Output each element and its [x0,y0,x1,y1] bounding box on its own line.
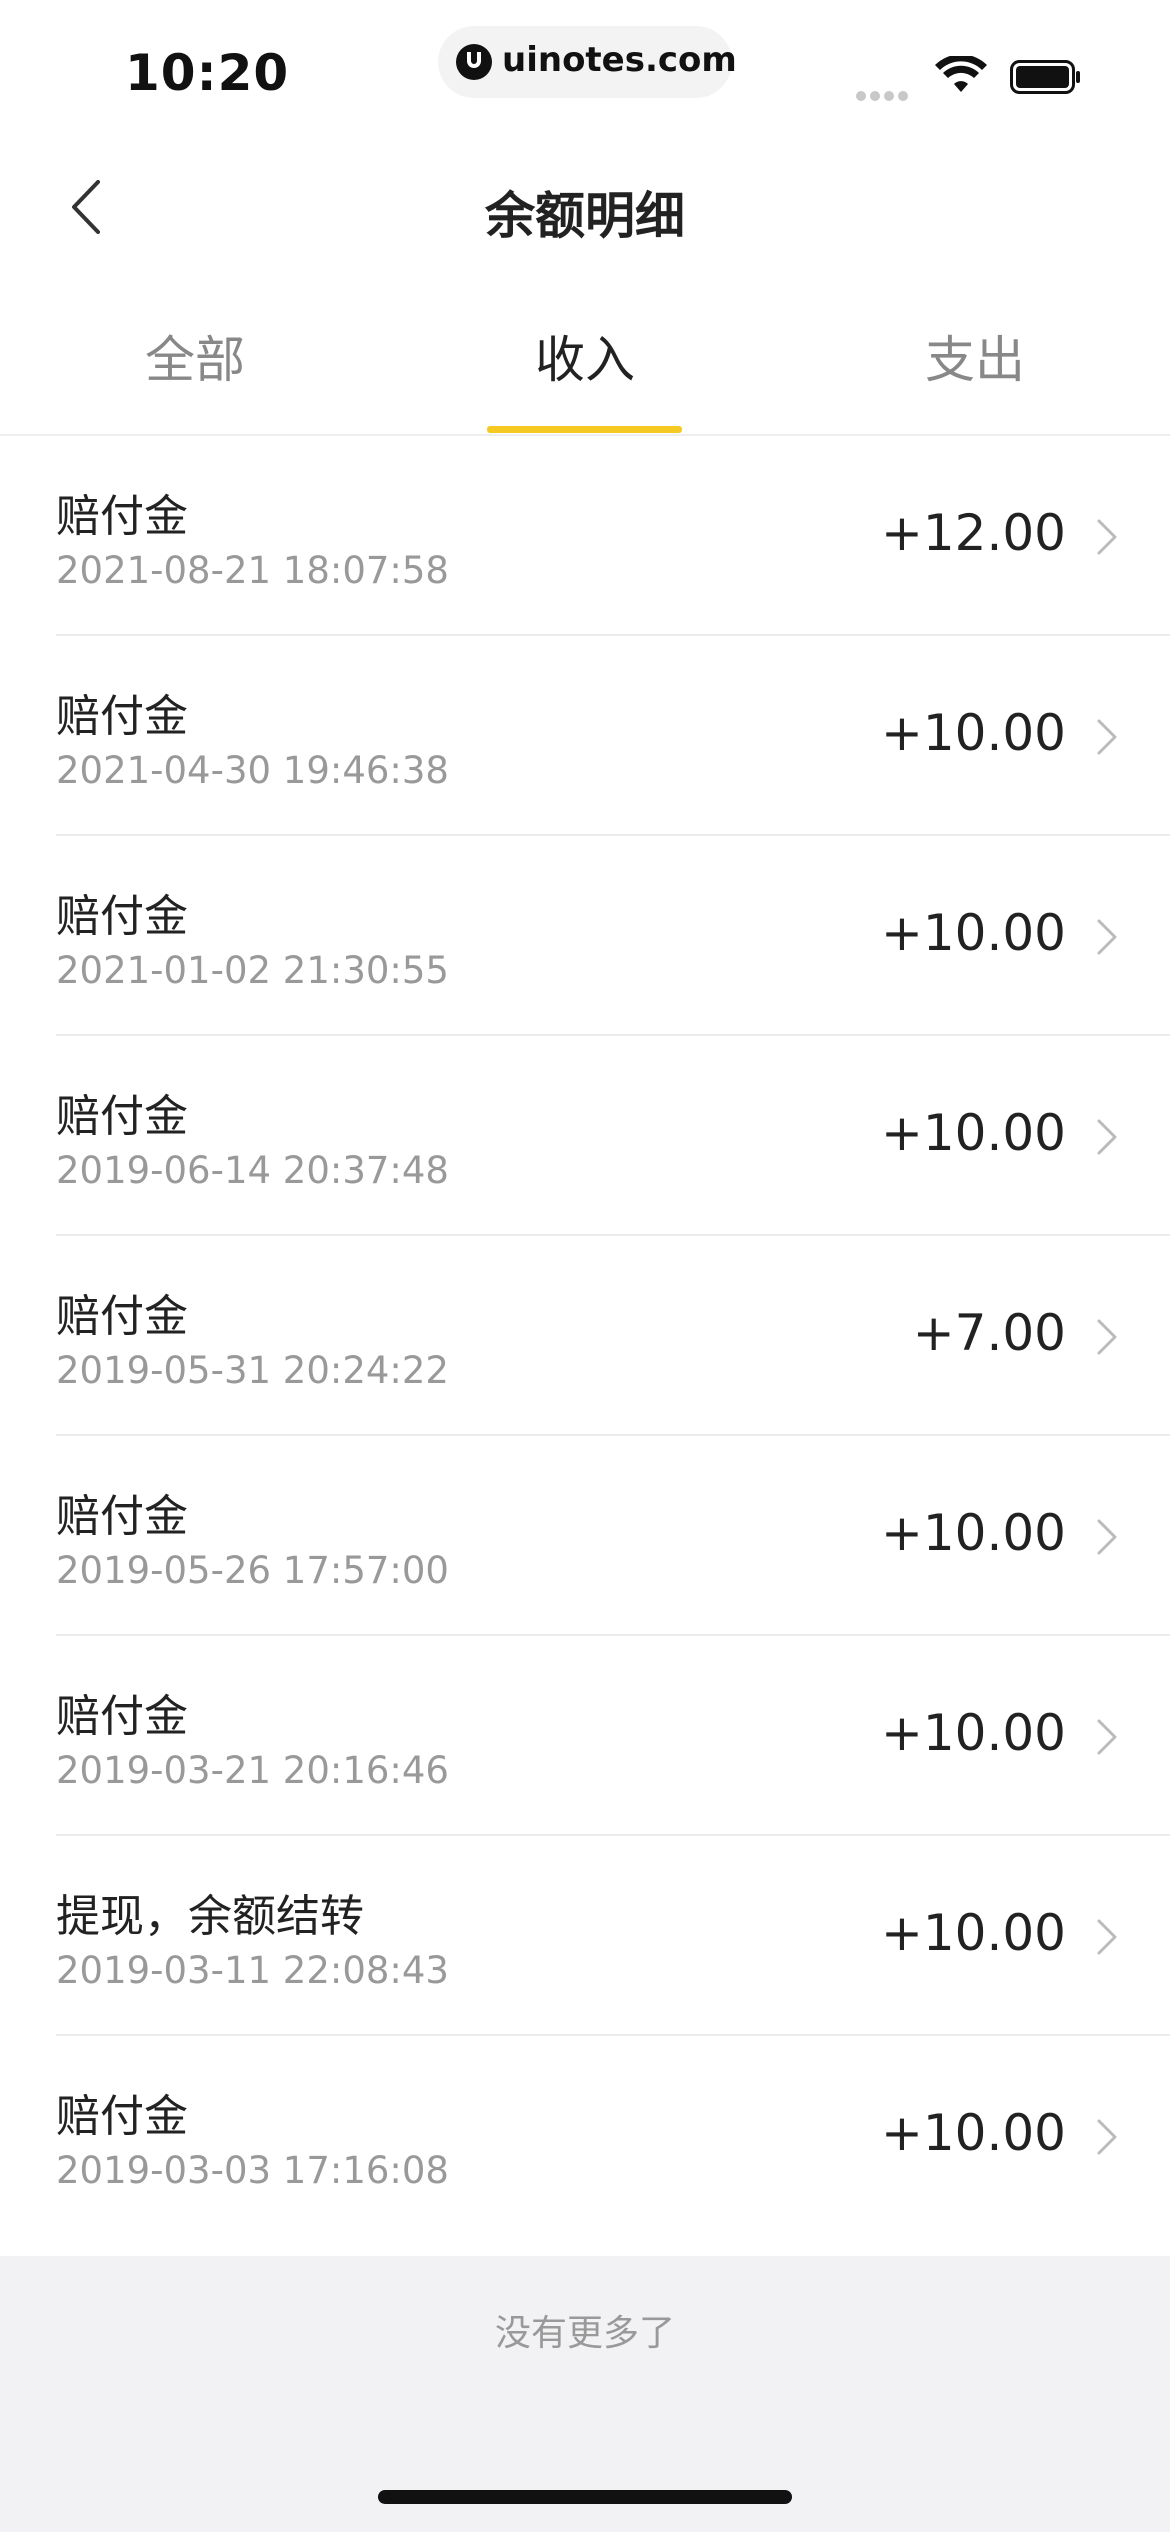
chevron-right-icon [1097,1719,1117,1755]
record-title: 赔付金 [56,1091,188,1142]
wifi-icon [935,56,987,92]
record-amount: +10.00 [880,904,1066,962]
record-amount: +12.00 [880,504,1066,562]
chevron-right-icon [1097,1319,1117,1355]
record-date: 2019-03-21 20:16:46 [56,1749,449,1792]
record-date: 2021-01-02 21:30:55 [56,949,449,992]
no-more-text: 没有更多了 [494,2313,675,2354]
battery-icon [1010,60,1080,94]
record-date: 2019-05-26 17:57:00 [56,1549,449,1592]
record-title: 赔付金 [56,1291,188,1342]
record-row[interactable]: 赔付金 2021-01-02 21:30:55 +10.00 [0,836,1170,1036]
record-title: 赔付金 [56,691,188,742]
record-row[interactable]: 赔付金 2019-03-21 20:16:46 +10.00 [0,1636,1170,1836]
site-logo-icon [456,44,492,80]
cellular-signal-icon [856,86,916,101]
chevron-right-icon [1097,919,1117,955]
chevron-right-icon [1097,1919,1117,1955]
record-row[interactable]: 赔付金 2019-05-26 17:57:00 +10.00 [0,1436,1170,1636]
home-indicator[interactable] [378,2490,792,2504]
tab-income[interactable]: 收入 [390,320,780,392]
record-title: 提现，余额结转 [56,1891,364,1942]
navigation-bar: 余额明细 [0,140,1170,270]
record-date: 2019-05-31 20:24:22 [56,1349,449,1392]
record-title: 赔付金 [56,2091,188,2142]
record-date: 2021-08-21 18:07:58 [56,549,449,592]
chevron-right-icon [1097,1119,1117,1155]
record-amount: +10.00 [880,1504,1066,1562]
record-list: 赔付金 2021-08-21 18:07:58 +12.00 赔付金 2021-… [0,436,1170,2236]
chevron-right-icon [1097,519,1117,555]
record-row[interactable]: 提现，余额结转 2019-03-11 22:08:43 +10.00 [0,1836,1170,2036]
record-amount: +10.00 [880,1704,1066,1762]
record-amount: +10.00 [880,2104,1066,2162]
record-date: 2019-06-14 20:37:48 [56,1149,449,1192]
record-date: 2021-04-30 19:46:38 [56,749,449,792]
status-time: 10:20 [125,44,290,102]
page-title: 余额明细 [485,187,685,245]
chevron-right-icon [1097,1519,1117,1555]
record-row[interactable]: 赔付金 2021-08-21 18:07:58 +12.00 [0,436,1170,636]
record-row[interactable]: 赔付金 2021-04-30 19:46:38 +10.00 [0,636,1170,836]
record-amount: +7.00 [912,1304,1066,1362]
record-amount: +10.00 [880,1904,1066,1962]
record-row[interactable]: 赔付金 2019-03-03 17:16:08 +10.00 [0,2036,1170,2236]
record-amount: +10.00 [880,704,1066,762]
record-title: 赔付金 [56,1491,188,1542]
record-date: 2019-03-03 17:16:08 [56,2149,449,2192]
record-row[interactable]: 赔付金 2019-06-14 20:37:48 +10.00 [0,1036,1170,1236]
chevron-right-icon [1097,719,1117,755]
record-title: 赔付金 [56,1691,188,1742]
record-title: 赔付金 [56,491,188,542]
chevron-right-icon [1097,2119,1117,2155]
url-text: uinotes.com [502,40,737,80]
record-date: 2019-03-11 22:08:43 [56,1949,449,1992]
tab-bar: 全部 收入 支出 [0,290,1170,436]
tab-all[interactable]: 全部 [0,320,390,392]
status-bar: 10:20 uinotes.com [0,0,1170,140]
active-tab-indicator [487,426,682,433]
record-title: 赔付金 [56,891,188,942]
record-amount: +10.00 [880,1104,1066,1162]
url-pill[interactable]: uinotes.com [438,26,737,98]
record-row[interactable]: 赔付金 2019-05-31 20:24:22 +7.00 [0,1236,1170,1436]
tab-expense[interactable]: 支出 [780,320,1170,392]
